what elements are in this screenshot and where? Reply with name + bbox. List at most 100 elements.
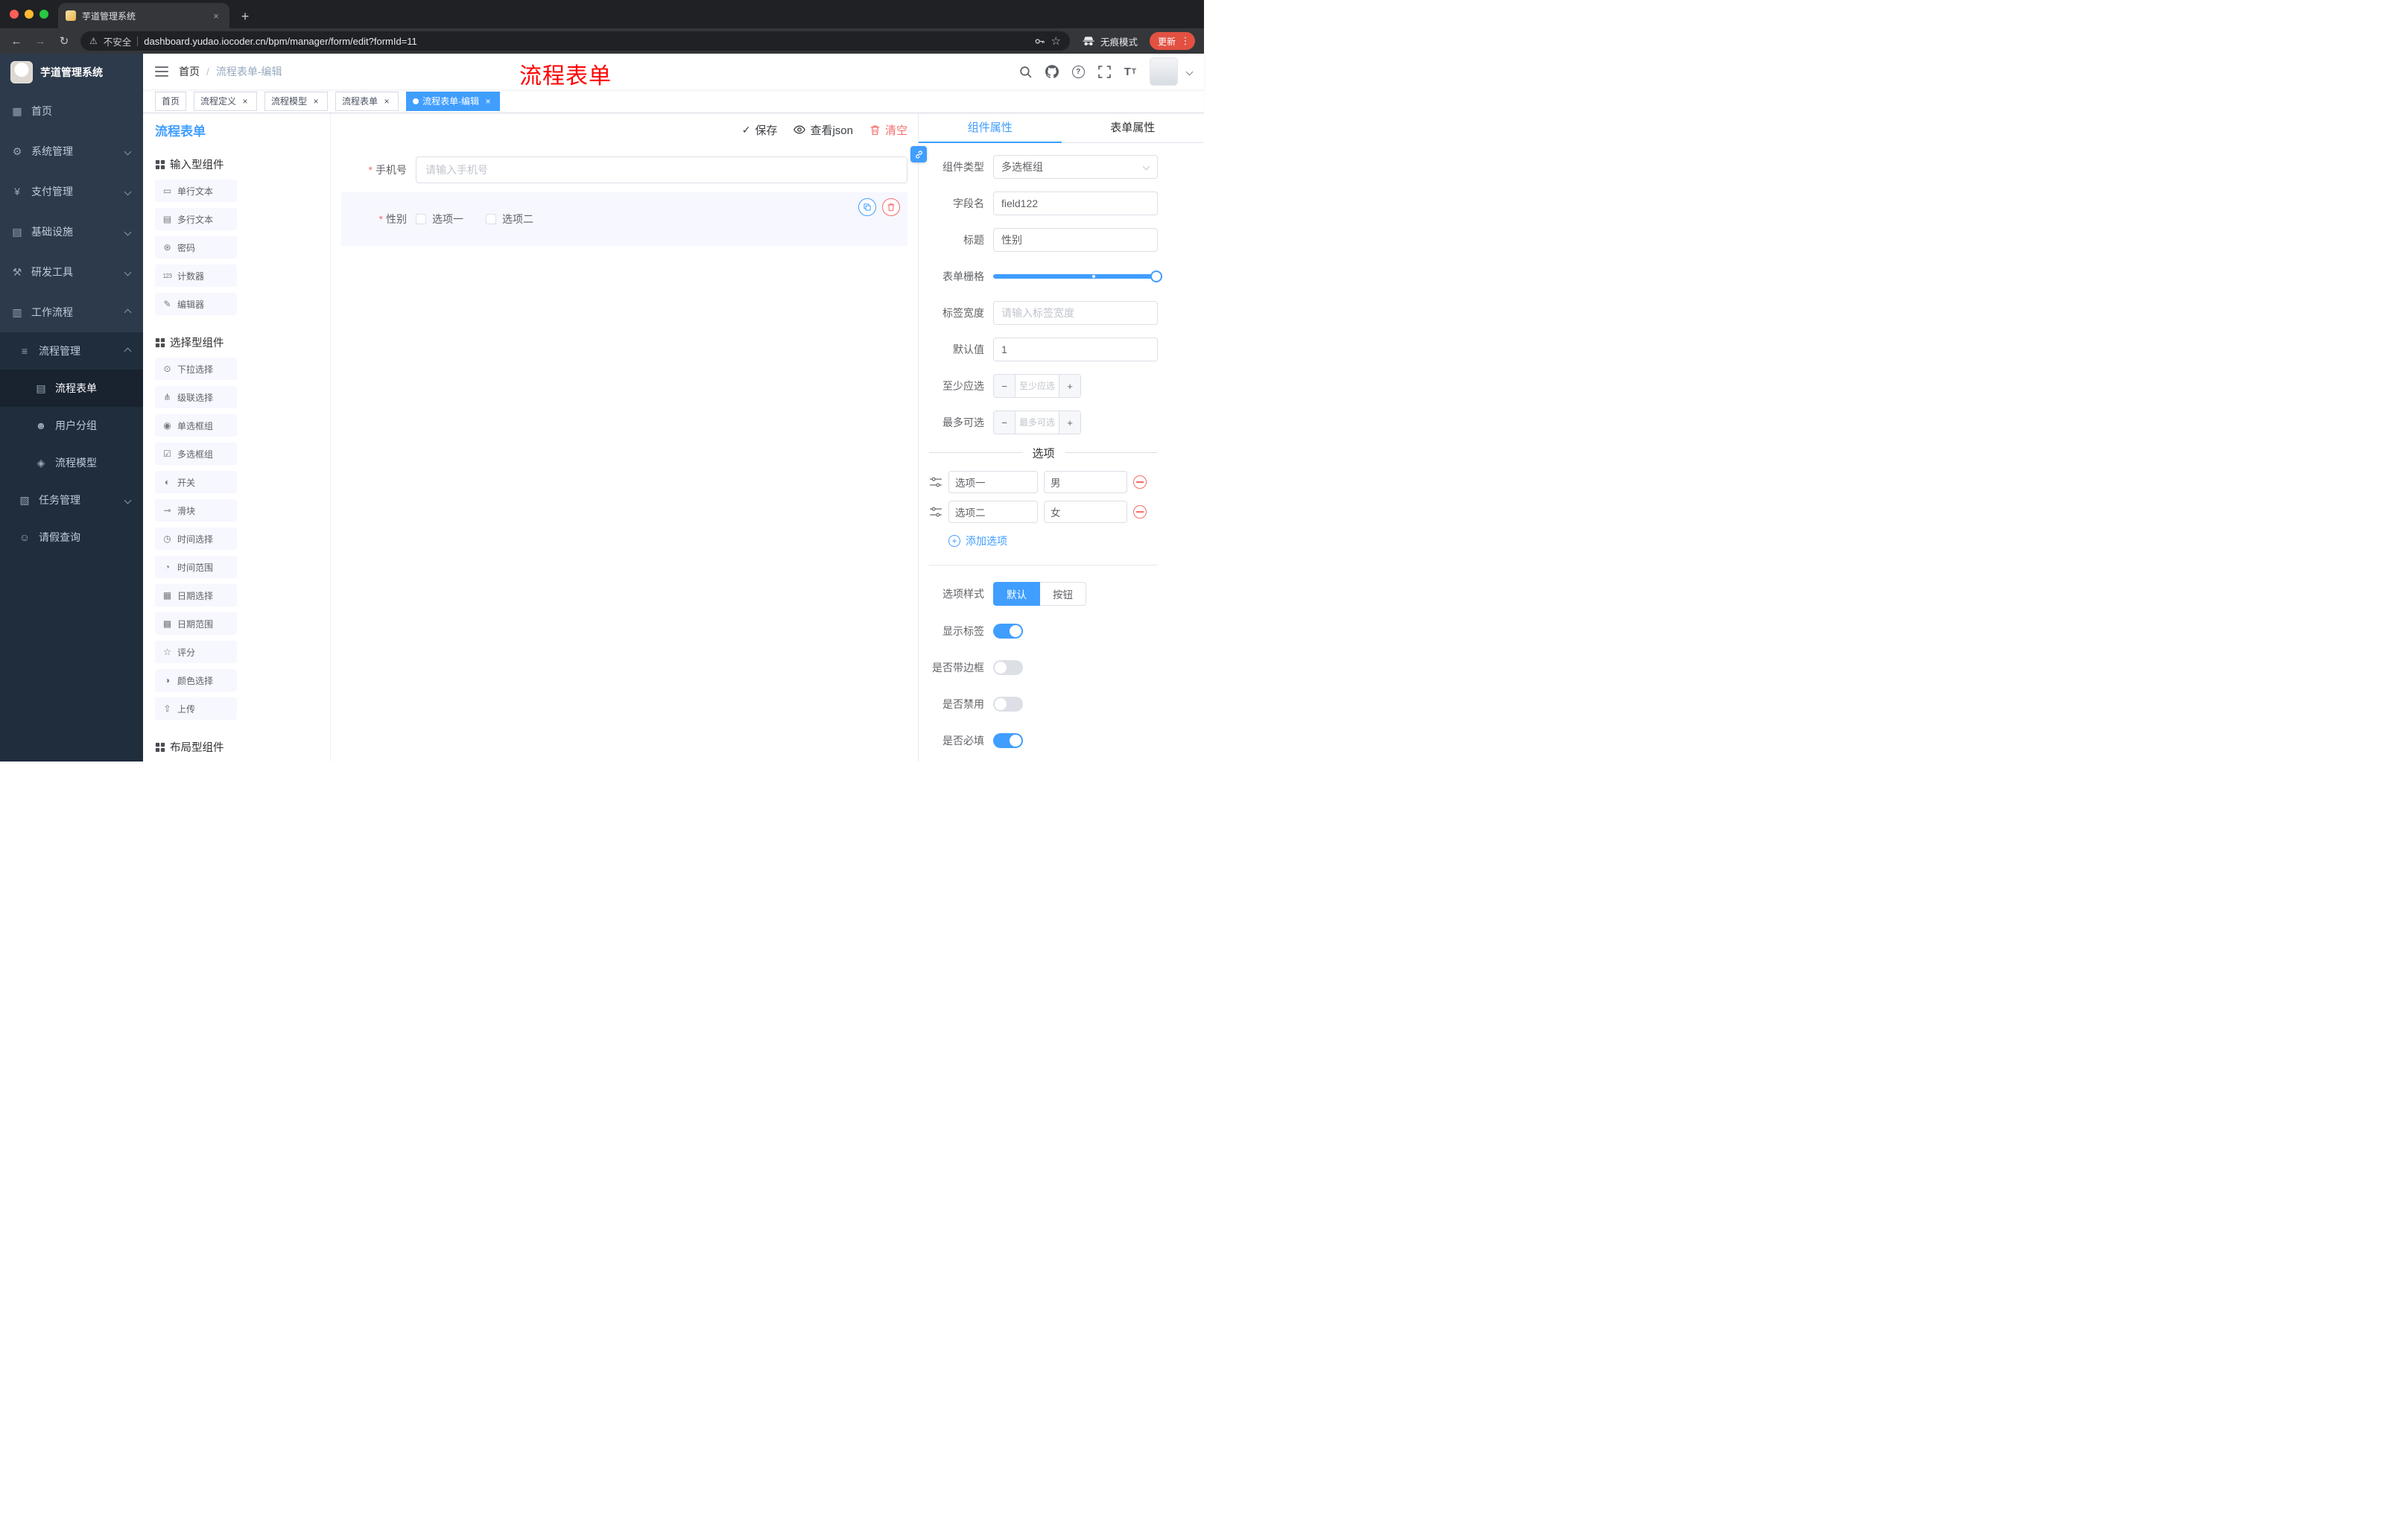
palette-item-select[interactable]: ⊙ 下拉选择 <box>155 358 237 380</box>
tag-process-definition[interactable]: 流程定义 <box>194 91 258 111</box>
delete-widget-button[interactable] <box>882 198 900 216</box>
selected-widget-gender[interactable]: 性别 选项一 选项二 <box>341 192 907 246</box>
option-style-default[interactable]: 默认 <box>993 582 1040 606</box>
drag-handle-icon[interactable] <box>929 505 942 519</box>
tag-home[interactable]: 首页 <box>155 91 187 111</box>
close-icon[interactable] <box>311 96 321 107</box>
hamburger-icon[interactable] <box>155 66 168 77</box>
palette-item-date-range[interactable]: ▩ 日期范围 <box>155 612 237 635</box>
label-width-input[interactable] <box>993 301 1158 325</box>
drag-handle-icon[interactable] <box>929 475 942 489</box>
sidebar-item-home[interactable]: ▦ 首页 <box>0 91 143 131</box>
component-type-select[interactable]: 多选框组 <box>993 155 1158 179</box>
title-input[interactable] <box>993 228 1158 252</box>
palette-item-cascader[interactable]: ⋔ 级联选择 <box>155 386 237 408</box>
sidebar-item-user-group[interactable]: ☻ 用户分组 <box>0 407 143 444</box>
fullscreen-icon[interactable] <box>1097 65 1111 78</box>
search-icon[interactable] <box>1019 66 1032 78</box>
reload-button[interactable] <box>57 34 72 48</box>
view-json-button[interactable]: 查看json <box>793 122 853 138</box>
increase-button[interactable] <box>1059 411 1080 434</box>
decrease-button[interactable] <box>994 411 1016 434</box>
palette-item-date-picker[interactable]: ▦ 日期选择 <box>155 584 237 607</box>
palette-item-checkbox-group[interactable]: ☑ 多选框组 <box>155 443 237 465</box>
sidebar-item-leave-query[interactable]: ☺ 请假查询 <box>0 519 143 556</box>
close-icon[interactable] <box>240 96 250 107</box>
key-icon[interactable] <box>1034 36 1045 47</box>
min-select-input[interactable] <box>1016 375 1059 397</box>
palette-item-slider[interactable]: ⊸ 滑块 <box>155 499 237 522</box>
new-tab-button[interactable] <box>235 7 255 26</box>
sidebar-item-process-model[interactable]: ◈ 流程模型 <box>0 444 143 481</box>
sidebar-item-task-management[interactable]: ▧ 任务管理 <box>0 481 143 519</box>
tag-process-form-edit[interactable]: 流程表单-编辑 <box>406 91 501 111</box>
border-switch[interactable] <box>993 660 1023 675</box>
tab-form-props[interactable]: 表单属性 <box>1062 113 1205 142</box>
tab-component-props[interactable]: 组件属性 <box>919 113 1062 143</box>
palette-item-time-range[interactable]: ◔ 时间范围 <box>155 556 237 578</box>
clear-button[interactable]: 清空 <box>869 122 907 138</box>
bookmark-star-icon[interactable] <box>1051 34 1061 48</box>
default-value-input[interactable] <box>993 338 1158 361</box>
sidebar-item-system-management[interactable]: ⚙ 系统管理 <box>0 131 143 171</box>
form-grid-slider[interactable] <box>993 265 1162 288</box>
max-select-input[interactable] <box>1016 411 1059 434</box>
increase-button[interactable] <box>1059 375 1080 397</box>
tab-close-icon[interactable] <box>210 10 222 22</box>
palette-item-password[interactable]: ⊛ 密码 <box>155 236 237 259</box>
palette-item-counter[interactable]: 123 计数器 <box>155 265 237 287</box>
option-label-input[interactable] <box>948 501 1038 523</box>
tag-process-form[interactable]: 流程表单 <box>335 91 399 111</box>
breadcrumb-home[interactable]: 首页 <box>179 64 200 79</box>
window-zoom-button[interactable] <box>39 10 48 19</box>
sidebar-item-dev-tools[interactable]: ⚒ 研发工具 <box>0 252 143 292</box>
decrease-button[interactable] <box>994 375 1016 397</box>
disabled-switch[interactable] <box>993 697 1023 712</box>
palette-item-editor[interactable]: ✎ 编辑器 <box>155 293 237 315</box>
remove-option-button[interactable] <box>1133 505 1147 519</box>
palette-item-switch[interactable]: ◐ 开关 <box>155 471 237 493</box>
forward-button[interactable] <box>33 35 48 48</box>
palette-item-multi-line-text[interactable]: ▤ 多行文本 <box>155 208 237 230</box>
palette-item-rate[interactable]: ☆ 评分 <box>155 641 237 663</box>
palette-item-upload[interactable]: ⇧ 上传 <box>155 697 237 720</box>
back-button[interactable] <box>9 35 24 48</box>
required-switch[interactable] <box>993 733 1023 748</box>
palette-item-single-line-text[interactable]: ▭ 单行文本 <box>155 180 237 202</box>
address-bar[interactable]: 不安全 dashboard.yudao.iocoder.cn/bpm/manag… <box>80 31 1070 51</box>
save-button[interactable]: 保存 <box>742 122 777 138</box>
browser-menu-icon[interactable] <box>1180 35 1191 47</box>
field-name-input[interactable] <box>993 191 1158 215</box>
github-icon[interactable] <box>1045 65 1059 78</box>
sidebar-item-process-form[interactable]: ▤ 流程表单 <box>0 370 143 407</box>
browser-tab[interactable]: 芋道管理系统 <box>58 3 229 28</box>
sidebar-item-process-management[interactable]: ≡ 流程管理 <box>0 332 143 370</box>
option-label-input[interactable] <box>948 471 1038 493</box>
close-icon[interactable] <box>381 96 392 107</box>
window-close-button[interactable] <box>10 10 19 19</box>
sidebar-item-payment-management[interactable]: ¥ 支付管理 <box>0 171 143 212</box>
tag-process-model[interactable]: 流程模型 <box>264 91 329 111</box>
option-style-button[interactable]: 按钮 <box>1039 582 1086 606</box>
link-button[interactable] <box>910 146 927 162</box>
add-option-button[interactable]: 添加选项 <box>948 533 1007 548</box>
palette-item-radio-group[interactable]: ◉ 单选框组 <box>155 414 237 437</box>
sidebar-item-infrastructure[interactable]: ▤ 基础设施 <box>0 212 143 252</box>
window-minimize-button[interactable] <box>25 10 34 19</box>
chevron-down-icon[interactable] <box>1185 68 1194 75</box>
slider-handle[interactable] <box>1150 270 1162 282</box>
checkbox-option-2[interactable]: 选项二 <box>486 212 533 227</box>
user-avatar[interactable] <box>1150 57 1178 86</box>
checkbox-option-1[interactable]: 选项一 <box>416 212 463 227</box>
update-button[interactable]: 更新 <box>1149 32 1195 50</box>
palette-item-color-picker[interactable]: ◑ 颜色选择 <box>155 669 237 691</box>
show-label-switch[interactable] <box>993 624 1023 639</box>
copy-widget-button[interactable] <box>858 198 876 216</box>
sidebar-item-workflow[interactable]: ▥ 工作流程 <box>0 292 143 332</box>
help-icon[interactable] <box>1071 65 1085 78</box>
palette-item-time-picker[interactable]: ◷ 时间选择 <box>155 528 237 550</box>
phone-field-input[interactable] <box>416 156 907 183</box>
remove-option-button[interactable] <box>1133 475 1147 489</box>
close-icon[interactable] <box>483 96 493 107</box>
option-value-input[interactable] <box>1044 501 1127 523</box>
